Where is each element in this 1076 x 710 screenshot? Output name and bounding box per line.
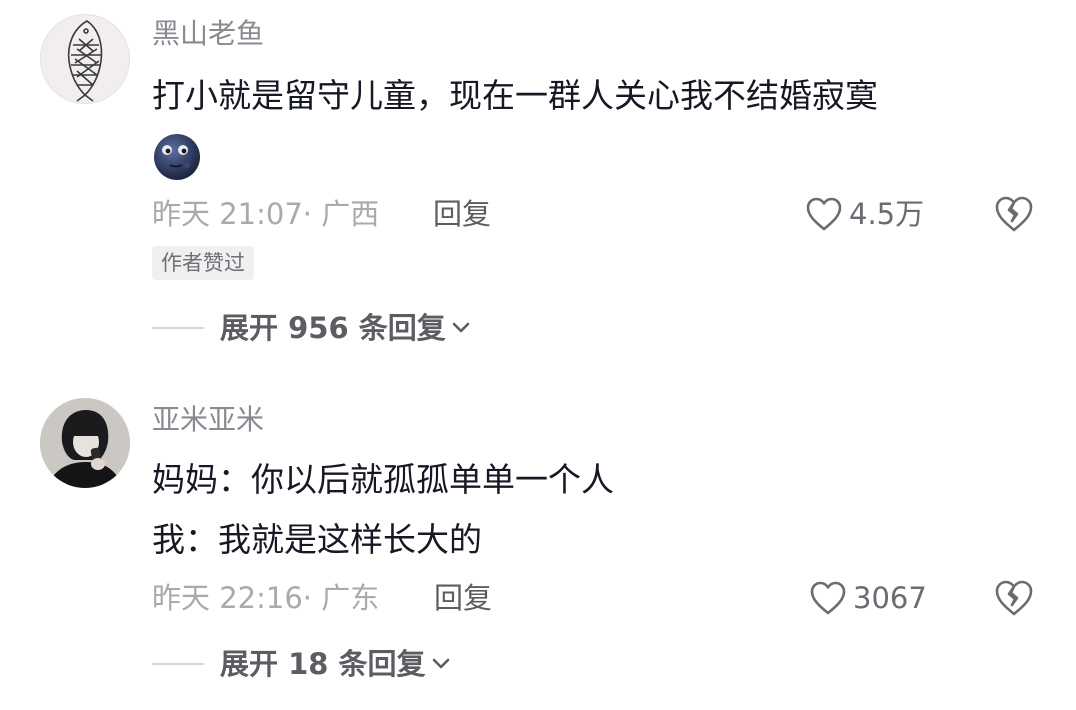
username[interactable]: 亚米亚米 <box>152 402 264 438</box>
chevron-down-icon <box>432 658 449 669</box>
expand-replies-button[interactable]: 展开 18 条回复 <box>152 646 450 682</box>
fish-drawing-icon <box>41 15 129 103</box>
comment-text: 我：我就是这样长大的 <box>152 520 482 559</box>
divider-dash <box>152 327 204 329</box>
like-button[interactable]: 3067 <box>809 578 927 618</box>
reply-button[interactable]: 回复 <box>434 580 492 616</box>
expand-replies-button[interactable]: 展开 956 条回复 <box>152 310 470 346</box>
author-liked-badge: 作者赞过 <box>152 246 254 280</box>
comment-text: 打小就是留守儿童，现在一群人关心我不结婚寂寞 <box>152 76 878 115</box>
like-button[interactable]: 4.5万 <box>805 194 924 234</box>
moon-face-emoji-icon <box>154 134 200 180</box>
comment-text: 妈妈：你以后就孤孤单单一个人 <box>152 460 614 499</box>
timestamp-location: 昨天 22:16· 广东 <box>152 581 380 615</box>
expand-replies-label: 展开 956 条回复 <box>220 311 446 345</box>
expand-replies-label: 展开 18 条回复 <box>220 647 426 681</box>
heart-icon <box>806 197 842 231</box>
broken-heart-icon[interactable] <box>994 578 1034 618</box>
comment-item: 亚米亚米 妈妈：你以后就孤孤单单一个人 我：我就是这样长大的 昨天 22:16·… <box>0 380 1076 710</box>
timestamp-location: 昨天 21:07· 广西 <box>152 197 380 231</box>
heart-icon <box>810 581 846 615</box>
like-count: 3067 <box>853 581 927 615</box>
broken-heart-icon[interactable] <box>994 194 1034 234</box>
girl-portrait-icon <box>40 398 130 488</box>
avatar[interactable] <box>40 398 130 488</box>
chevron-down-icon <box>452 322 470 333</box>
username[interactable]: 黑山老鱼 <box>152 16 264 52</box>
comment-item: 黑山老鱼 打小就是留守儿童，现在一群人关心我不结婚寂寞 昨天 21:07· 广西… <box>0 0 1076 380</box>
reply-button[interactable]: 回复 <box>433 196 491 232</box>
divider-dash <box>152 663 204 665</box>
avatar[interactable] <box>40 14 130 104</box>
like-count: 4.5万 <box>849 197 925 231</box>
